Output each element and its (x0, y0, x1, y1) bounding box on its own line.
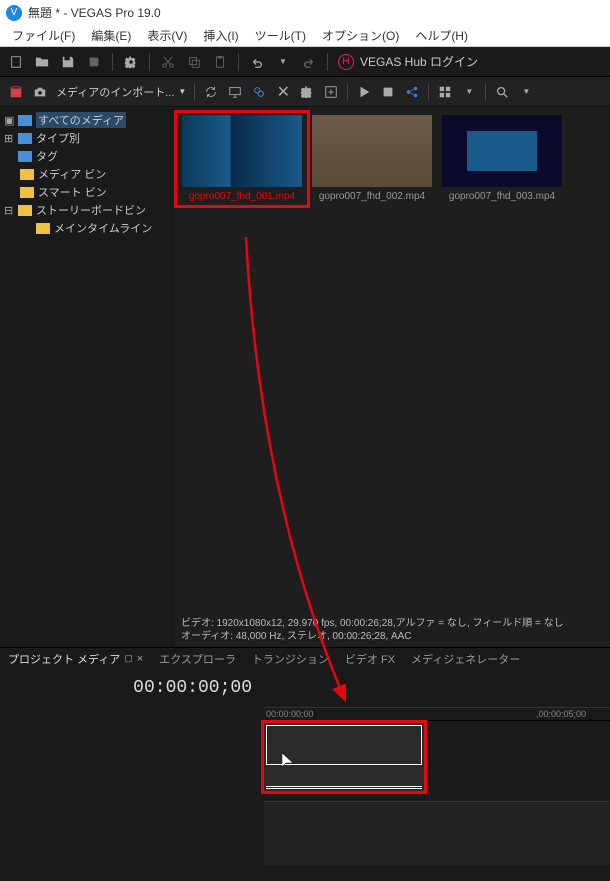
render-icon[interactable] (86, 54, 102, 70)
info-audio: オーディオ: 48,000 Hz, ステレオ, 00:00:26;28, AAC (181, 630, 604, 643)
views-drop-icon[interactable]: ▼ (461, 84, 477, 100)
timeline-body (0, 721, 610, 881)
tab-project-media[interactable]: プロジェクト メディア▢× (0, 648, 151, 669)
tree-smart-bin[interactable]: スマート ビン (4, 183, 171, 201)
play-icon[interactable] (356, 84, 372, 100)
info-video: ビデオ: 1920x1080x12, 29.970 fps, 00:00:26;… (181, 617, 604, 630)
media-caption: gopro007_fhd_001.mp4 (179, 187, 305, 203)
redo-icon[interactable] (301, 54, 317, 70)
chevron-down-icon: ▼ (178, 87, 186, 96)
main-toolbar: ▼ H VEGAS Hub ログイン (0, 47, 610, 77)
tab-video-fx[interactable]: ビデオ FX (337, 648, 403, 669)
vegas-hub-login[interactable]: H VEGAS Hub ログイン (338, 53, 478, 70)
undo-drop-icon[interactable]: ▼ (275, 54, 291, 70)
cursor-icon (282, 753, 296, 774)
tree-main-timeline[interactable]: メインタイムライン (4, 219, 171, 237)
menu-view[interactable]: 表示(V) (139, 25, 195, 46)
media-infobar: ビデオ: 1920x1080x12, 29.970 fps, 00:00:26;… (175, 613, 610, 647)
remove-media-icon[interactable] (8, 84, 24, 100)
track-controls[interactable] (0, 721, 264, 881)
search-icon[interactable] (494, 84, 510, 100)
capture-icon[interactable] (32, 84, 48, 100)
views-icon[interactable] (437, 84, 453, 100)
new-project-icon[interactable] (8, 54, 24, 70)
fx-icon[interactable] (323, 84, 339, 100)
paste-icon[interactable] (212, 54, 228, 70)
menu-file[interactable]: ファイル(F) (4, 25, 83, 46)
panel-tabs: プロジェクト メディア▢× エクスプローラ トランジション ビデオ FX メディ… (0, 647, 610, 669)
cut-icon[interactable] (160, 54, 176, 70)
timeline-ruler[interactable]: 00:00:00;00 ,00:00:05;00 (264, 707, 610, 721)
media-thumbs: gopro007_fhd_001.mp4 gopro007_fhd_002.mp… (175, 107, 610, 211)
media-caption: gopro007_fhd_003.mp4 (439, 187, 565, 203)
close-icon[interactable]: × (137, 653, 143, 665)
media-thumb-1[interactable]: gopro007_fhd_001.mp4 (179, 115, 305, 203)
track-area[interactable] (264, 721, 610, 881)
pin-icon[interactable]: ▢ (124, 653, 133, 664)
main-area: ▣すべてのメディア ⊞タイプ別 タグ メディア ビン スマート ビン ⊟ストーリ… (0, 107, 610, 647)
tree-storyboard-bin[interactable]: ⊟ストーリーボードビン (4, 201, 171, 219)
screen-icon[interactable] (227, 84, 243, 100)
tab-transitions[interactable]: トランジション (244, 648, 337, 669)
copy-icon[interactable] (186, 54, 202, 70)
tab-explorer[interactable]: エクスプローラ (151, 648, 244, 669)
media-tree: ▣すべてのメディア ⊞タイプ別 タグ メディア ビン スマート ビン ⊟ストーリ… (0, 107, 175, 647)
window-title: 無題 * - VEGAS Pro 19.0 (28, 4, 161, 21)
media-toolbar: メディアのインポート... ▼ ✕ ▼ ▼ (0, 77, 610, 107)
tree-by-type[interactable]: ⊞タイプ別 (4, 129, 171, 147)
search-drop-icon[interactable]: ▼ (518, 84, 534, 100)
menu-edit[interactable]: 編集(E) (83, 25, 139, 46)
open-icon[interactable] (34, 54, 50, 70)
timecode-display[interactable]: 00:00:00;00 (133, 678, 252, 698)
tree-tags[interactable]: タグ (4, 147, 171, 165)
drop-target[interactable] (264, 723, 424, 791)
titlebar: V 無題 * - VEGAS Pro 19.0 (0, 0, 610, 25)
menu-options[interactable]: オプション(O) (314, 25, 407, 46)
tab-media-generators[interactable]: メディジェネレーター (403, 648, 528, 669)
timeline-header: 00:00:00;00 (0, 669, 610, 707)
link-icon[interactable] (251, 84, 267, 100)
media-caption: gopro007_fhd_002.mp4 (309, 187, 435, 203)
ruler-tick: ,00:00:05;00 (536, 709, 586, 719)
media-thumb-3[interactable]: gopro007_fhd_003.mp4 (439, 115, 565, 203)
app-logo-icon: V (6, 5, 22, 21)
track-2[interactable] (264, 801, 610, 865)
menubar: ファイル(F) 編集(E) 表示(V) 挿入(I) ツール(T) オプション(O… (0, 25, 610, 47)
menu-help[interactable]: ヘルプ(H) (407, 25, 476, 46)
hub-label: VEGAS Hub ログイン (360, 53, 478, 70)
close-media-icon[interactable]: ✕ (275, 84, 291, 100)
tree-all-media[interactable]: ▣すべてのメディア (4, 111, 171, 129)
menu-tools[interactable]: ツール(T) (247, 25, 314, 46)
tree-media-bin[interactable]: メディア ビン (4, 165, 171, 183)
save-icon[interactable] (60, 54, 76, 70)
refresh-icon[interactable] (203, 84, 219, 100)
share-icon[interactable] (404, 84, 420, 100)
import-media-dropdown[interactable]: メディアのインポート... ▼ (56, 84, 186, 100)
undo-icon[interactable] (249, 54, 265, 70)
properties-icon[interactable] (123, 54, 139, 70)
hub-icon: H (338, 54, 354, 70)
stop-icon[interactable] (380, 84, 396, 100)
gear-media-icon[interactable] (299, 84, 315, 100)
menu-insert[interactable]: 挿入(I) (195, 25, 246, 46)
ruler-tick: 00:00:00;00 (266, 709, 314, 719)
media-content: gopro007_fhd_001.mp4 gopro007_fhd_002.mp… (175, 107, 610, 647)
media-thumb-2[interactable]: gopro007_fhd_002.mp4 (309, 115, 435, 203)
